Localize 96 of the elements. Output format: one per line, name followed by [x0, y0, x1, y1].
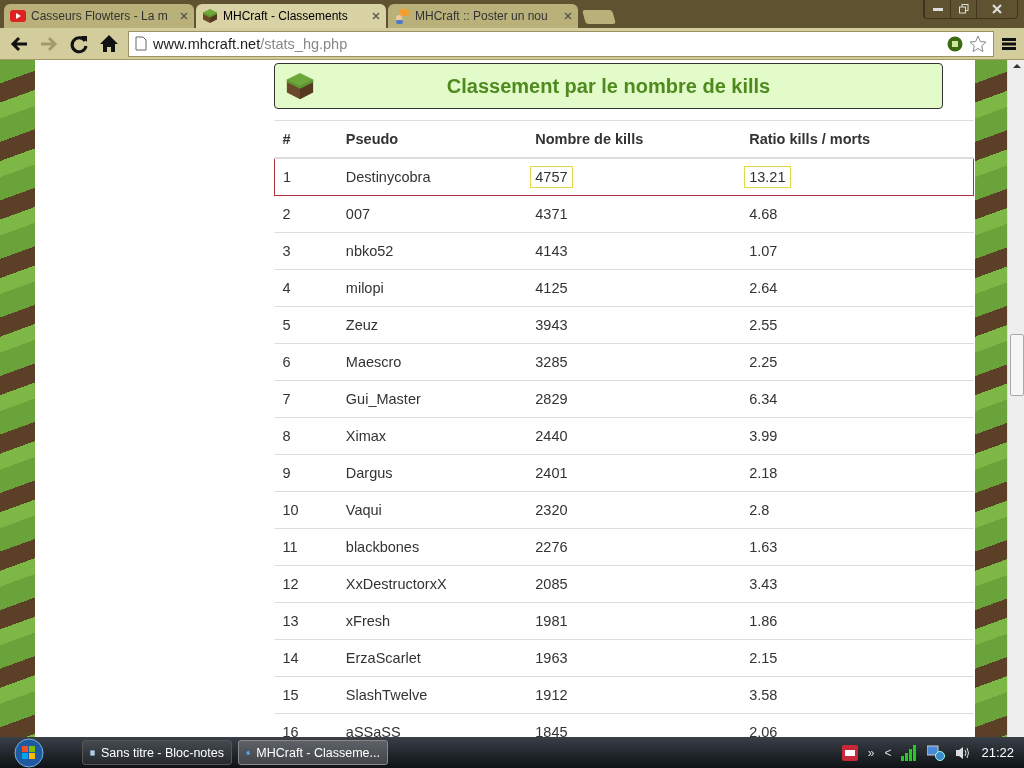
- table-cell: 2.15: [741, 639, 974, 677]
- table-cell: 9: [274, 454, 338, 492]
- table-cell: 7: [274, 380, 338, 418]
- table-cell: 2440: [527, 417, 742, 455]
- close-icon[interactable]: [372, 12, 380, 20]
- table-cell: 6: [274, 343, 338, 381]
- table-cell: 13: [274, 602, 338, 640]
- column-header: #: [274, 120, 338, 158]
- table-cell: 007: [337, 195, 528, 233]
- table-cell: 3.58: [741, 676, 974, 714]
- table-cell: 5: [274, 306, 338, 344]
- browser-tab[interactable]: MHCraft - Classements: [196, 4, 386, 28]
- page-icon: [135, 36, 147, 51]
- table-cell: 2.25: [741, 343, 974, 381]
- table-cell: Destinycobra: [337, 158, 528, 196]
- network-icon[interactable]: [927, 744, 946, 761]
- table-cell: nbko52: [337, 232, 528, 270]
- table-cell: 2276: [527, 528, 742, 566]
- home-icon[interactable]: [98, 32, 120, 55]
- table-cell: Vaqui: [337, 491, 528, 529]
- table-cell: ErzaScarlet: [337, 639, 528, 677]
- table-cell: 10: [274, 491, 338, 529]
- minimize-icon: [932, 7, 943, 11]
- table-cell: 8: [274, 417, 338, 455]
- close-icon[interactable]: [564, 12, 572, 20]
- table-cell: 14: [274, 639, 338, 677]
- column-header: Pseudo: [337, 120, 528, 158]
- table-cell: SlashTwelve: [337, 676, 528, 714]
- table-cell: 1981: [527, 602, 742, 640]
- play-icon: [10, 10, 26, 22]
- speaker-icon[interactable]: [955, 744, 972, 761]
- table-cell: Maescro: [337, 343, 528, 381]
- overflow-chevrons[interactable]: »: [867, 745, 875, 760]
- table-cell: 2.64: [741, 269, 974, 307]
- table-cell: 1.07: [741, 232, 974, 270]
- grass-block-icon: [285, 71, 315, 101]
- grass-block-icon: [202, 8, 218, 24]
- column-header: Nombre de kills: [527, 120, 742, 158]
- signal-icon[interactable]: [901, 744, 918, 761]
- table-cell: 4.68: [741, 195, 974, 233]
- table-cell: 2829: [527, 380, 742, 418]
- table-cell: 4143: [527, 232, 742, 270]
- table-cell: Zeuz: [337, 306, 528, 344]
- table-cell: 3.43: [741, 565, 974, 603]
- clock[interactable]: 21:22: [981, 745, 1014, 760]
- taskbar-button[interactable]: MHCraft - Classeme...: [238, 740, 388, 765]
- column-header: Ratio kills / morts: [741, 120, 974, 158]
- table-cell: 4: [274, 269, 338, 307]
- scrollbar[interactable]: [1007, 60, 1024, 737]
- table-cell: 4371: [527, 195, 742, 233]
- table-cell: 1: [274, 158, 338, 196]
- table-cell: milopi: [337, 269, 528, 307]
- new-tab-button[interactable]: [582, 10, 616, 24]
- table-cell: Gui_Master: [337, 380, 528, 418]
- extension-icon[interactable]: [947, 35, 963, 52]
- table-cell: 3.99: [741, 417, 974, 455]
- restore-icon: [958, 4, 969, 14]
- tray-expand-arrow[interactable]: <: [884, 745, 892, 760]
- table-cell: 3943: [527, 306, 742, 344]
- video-icon[interactable]: [841, 744, 858, 761]
- close-icon: [992, 4, 1002, 14]
- table-cell: 2: [274, 195, 338, 233]
- header-title: Classement par le nombre de kills: [445, 74, 772, 98]
- table-cell: 2320: [527, 491, 742, 529]
- table-cell: 1912: [527, 676, 742, 714]
- speech-bubble-icon: [394, 8, 410, 24]
- browser-tab[interactable]: Casseurs Flowters - La m: [4, 4, 194, 28]
- table-cell: 2.55: [741, 306, 974, 344]
- table-cell: blackbones: [337, 528, 528, 566]
- table-cell: 13.21: [741, 158, 974, 196]
- table-cell: 11: [274, 528, 338, 566]
- table-cell: 2.18: [741, 454, 974, 492]
- browser-tab[interactable]: MHCraft :: Poster un nou: [388, 4, 578, 28]
- taskbar-button[interactable]: Sans titre - Bloc-notes: [82, 740, 232, 765]
- table-cell: 2.8: [741, 491, 974, 529]
- table-cell: 2401: [527, 454, 742, 492]
- address-bar[interactable]: www.mhcraft.net/stats_hg.php: [128, 30, 994, 57]
- menu-icon[interactable]: [1002, 36, 1016, 51]
- table-cell: Ximax: [337, 417, 528, 455]
- table-cell: 3285: [527, 343, 742, 381]
- table-cell: 4757: [527, 158, 742, 196]
- star-icon[interactable]: [969, 34, 987, 53]
- table-cell: 4125: [527, 269, 742, 307]
- table-cell: 1.86: [741, 602, 974, 640]
- table-cell: 12: [274, 565, 338, 603]
- close-icon[interactable]: [180, 12, 188, 20]
- table-cell: 6.34: [741, 380, 974, 418]
- table-cell: 1.63: [741, 528, 974, 566]
- table-cell: XxDestructorxX: [337, 565, 528, 603]
- table-cell: 15: [274, 676, 338, 714]
- table-cell: xFresh: [337, 602, 528, 640]
- table-cell: 3: [274, 232, 338, 270]
- scroll-thumb[interactable]: [1009, 334, 1024, 396]
- table-cell: 2085: [527, 565, 742, 603]
- table-cell: Dargus: [337, 454, 528, 492]
- table-cell: 1963: [527, 639, 742, 677]
